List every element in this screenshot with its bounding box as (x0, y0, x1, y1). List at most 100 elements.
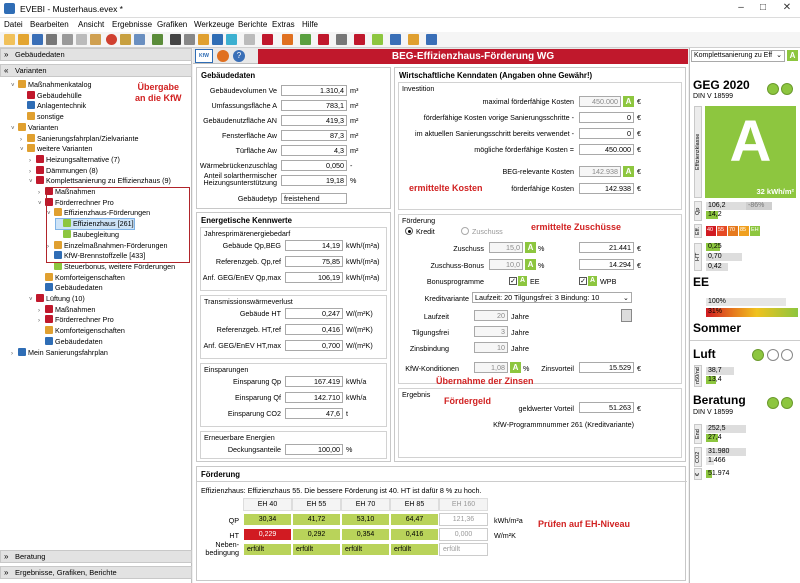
energy-value-field[interactable]: 14,19 (285, 240, 343, 251)
save-icon[interactable] (32, 34, 43, 45)
zuschuss-apply-button[interactable]: A (525, 242, 536, 253)
bonus-pct-field[interactable]: 10,0 (489, 259, 523, 270)
geb-value-field[interactable]: 19,18 (281, 175, 347, 186)
tree-item[interactable]: sonstige (20, 112, 64, 122)
sun-icon[interactable] (282, 34, 293, 45)
calculator-icon[interactable] (621, 309, 632, 322)
tree-item[interactable]: Gebäudedaten (38, 336, 103, 347)
expand-open-icon[interactable]: ˅ (11, 81, 18, 91)
wpb-apply-button[interactable]: A (588, 276, 597, 286)
minimize-icon[interactable]: – (732, 2, 750, 13)
geb-value-field[interactable]: 87,3 (281, 130, 347, 141)
tree-item[interactable]: ˅ Maßnahmenkatalog (11, 80, 92, 90)
wpb-checkbox[interactable]: ✓ (579, 277, 587, 285)
table-icon[interactable] (212, 34, 223, 45)
invest-value-field[interactable]: 450.000 (579, 96, 621, 107)
copy-icon[interactable] (76, 34, 87, 45)
energy-value-field[interactable]: 142.710 (285, 392, 343, 403)
target-icon[interactable] (354, 34, 365, 45)
kfw-export-button[interactable]: KfW (195, 49, 213, 63)
kreditvariante-select[interactable]: Laufzeit: 20 Tilgungsfrei: 3 Bindung: 10… (472, 292, 632, 303)
tree-item[interactable]: › Maßnahmen (38, 304, 95, 316)
expand-closed-icon[interactable]: › (20, 135, 27, 145)
expand-closed-icon[interactable]: › (29, 167, 36, 177)
page-icon[interactable] (184, 34, 195, 45)
tree-item[interactable]: › Mein Sanierungsfahrplan (11, 347, 108, 359)
heat-icon[interactable] (318, 34, 329, 45)
expand-open-icon[interactable]: ˅ (38, 199, 45, 209)
ee-checkbox[interactable]: ✓ (509, 277, 517, 285)
expand-open-icon[interactable]: ˅ (29, 295, 36, 305)
expand-closed-icon[interactable]: › (38, 306, 45, 316)
menu-berichte[interactable]: Berichte (238, 20, 267, 29)
report-icon[interactable] (170, 34, 181, 45)
energy-value-field[interactable]: 0,700 (285, 340, 343, 351)
invest-value-field[interactable]: 0 (579, 112, 634, 123)
gebaeudedaten-header[interactable]: » Gebäudedaten (0, 48, 192, 61)
expand-closed-icon[interactable]: › (38, 316, 45, 326)
tree-item[interactable]: ˅ Lüftung (10) (29, 294, 85, 304)
menu-extras[interactable]: Extras (272, 20, 295, 29)
energy-value-field[interactable]: 47,6 (285, 408, 343, 419)
energy-value-field[interactable]: 75,85 (285, 256, 343, 267)
energy-value-field[interactable]: 106,19 (285, 272, 343, 283)
geb-value-field[interactable]: 0,050 (281, 160, 347, 171)
help-icon[interactable] (426, 34, 437, 45)
geb-value-field[interactable]: 419,3 (281, 115, 347, 126)
zuschuss-radio[interactable] (461, 227, 469, 235)
close-icon[interactable]: ✕ (778, 2, 796, 13)
tree-item[interactable]: Komforteigenschaften (38, 326, 125, 336)
invest-value-field[interactable]: 0 (579, 128, 634, 139)
tilgung-field[interactable]: 3 (474, 326, 508, 337)
eco-icon[interactable] (372, 34, 383, 45)
geb-value-field[interactable]: 1.310,4 (281, 85, 347, 96)
energy-value-field[interactable]: 0,247 (285, 308, 343, 319)
ee-apply-button[interactable]: A (518, 276, 527, 286)
expand-open-icon[interactable]: ˅ (20, 145, 27, 155)
invest-value-field[interactable]: 142.938 (579, 166, 621, 177)
invest-apply-button[interactable]: A (623, 96, 634, 107)
house-icon[interactable] (300, 34, 311, 45)
tree-item[interactable]: Komforteigenschaften (38, 272, 125, 283)
tree-item[interactable]: › Heizungsalternative (7) (29, 154, 120, 166)
wand-icon[interactable] (134, 34, 145, 45)
maximize-icon[interactable]: □ (754, 2, 772, 13)
tree-item[interactable]: ˅ Varianten (11, 122, 58, 134)
zinsvorteil-field[interactable]: 15.529 (579, 362, 634, 373)
menu-datei[interactable]: Datei (4, 20, 23, 29)
menu-ansicht[interactable]: Ansicht (78, 20, 104, 29)
invest-value-field[interactable]: 142.938 (579, 183, 634, 194)
tree-item[interactable]: Gebäudedaten (38, 283, 103, 293)
tree-item[interactable]: Steuerbonus, weitere Förderungen (47, 261, 175, 272)
energy-value-field[interactable]: 0,416 (285, 324, 343, 335)
expand-closed-icon[interactable]: › (29, 156, 36, 166)
kfwk-apply-button[interactable]: A (510, 362, 521, 373)
bonus-value-field[interactable]: 14.294 (579, 259, 634, 270)
zuschuss-value-field[interactable]: 21.441 (579, 242, 634, 253)
geb-value-field[interactable]: 4,3 (281, 145, 347, 156)
tool-icon[interactable] (120, 34, 131, 45)
expand-open-icon[interactable]: ˅ (11, 124, 18, 134)
open-icon[interactable] (18, 34, 29, 45)
ergebnisse-header[interactable]: » Ergebnisse, Grafiken, Berichte (0, 566, 192, 579)
geb-value-field[interactable]: 783,1 (281, 100, 347, 111)
invest-apply-button[interactable]: A (623, 166, 634, 177)
tree-item[interactable]: ˅ weitere Varianten (20, 144, 92, 154)
tree-item[interactable]: Anlagentechnik (20, 101, 86, 111)
beratung-header[interactable]: » Beratung (0, 550, 192, 563)
expand-closed-icon[interactable]: › (11, 349, 18, 359)
flag-icon[interactable] (262, 34, 273, 45)
tree-item[interactable]: › Förderrechner Pro (38, 315, 114, 325)
bonus-apply-button[interactable]: A (525, 259, 536, 270)
undo-icon[interactable] (106, 34, 117, 45)
tree-item[interactable]: › Dämmungen (8) (29, 165, 98, 177)
grid-icon[interactable] (152, 34, 163, 45)
menu-werkzeuge[interactable]: Werkzeuge (194, 20, 234, 29)
print-icon[interactable] (46, 34, 57, 45)
warning-icon[interactable] (408, 34, 419, 45)
tree-item[interactable]: ˅ Komplettsanierung zu Effizienzhaus (9) (29, 176, 171, 186)
settings-icon[interactable] (336, 34, 347, 45)
expand-open-icon[interactable]: ˅ (29, 177, 36, 187)
energy-value-field[interactable]: 100,00 (285, 444, 343, 455)
geb-value-field[interactable]: freistehend (281, 193, 347, 204)
